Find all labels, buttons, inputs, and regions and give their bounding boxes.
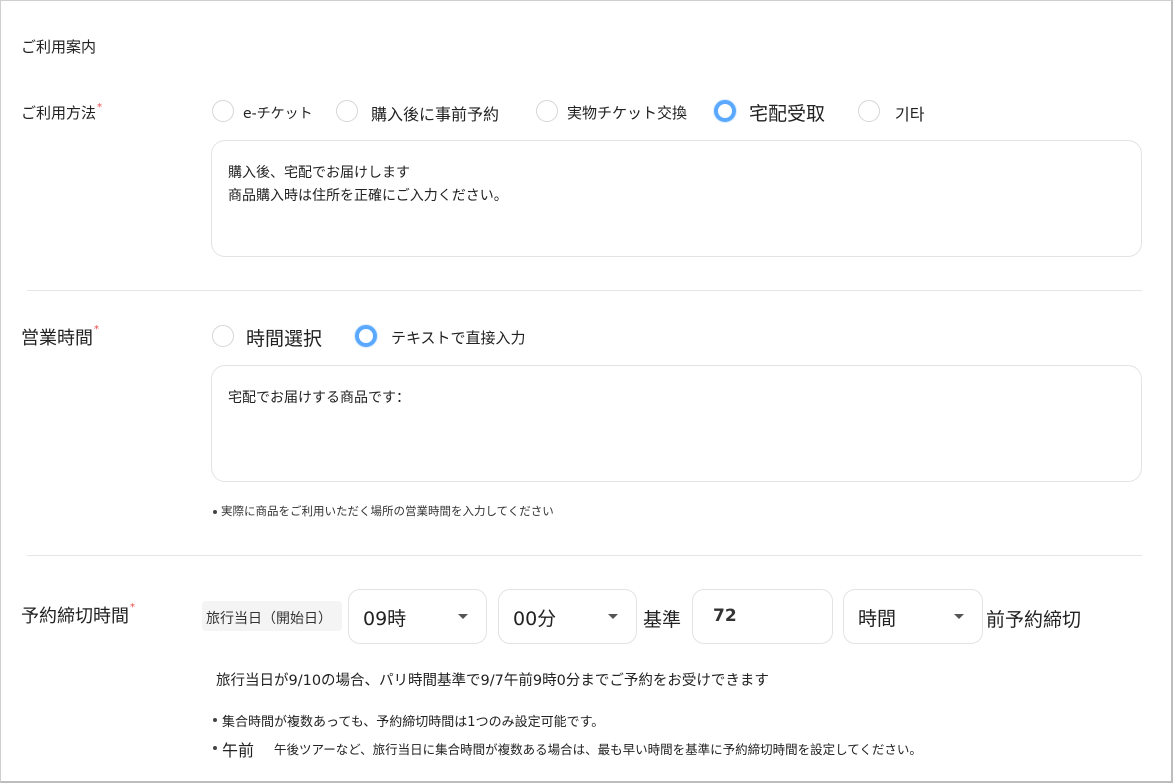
required-mark: * [94,324,99,335]
base-label-chip: 旅行当日（開始日） [202,601,342,631]
hour-select[interactable]: 09時 [348,589,487,644]
radio-text-input-label[interactable]: テキストで直接入力 [391,327,526,348]
deadline-suffix: 前予約締切 [986,609,1082,631]
deadline-note2: 午後ツアーなど、旅行当日に集合時間が複数ある場合は、最も早い時間を基準に予約締切… [274,742,922,757]
radio-delivery[interactable] [714,100,736,122]
radio-ticket-exchange-label[interactable]: 実物チケット交換 [567,102,687,123]
hours-text: 宅配でお届けする商品です： [228,390,410,406]
usage-text-line1: 購入後、宅配でお届けします [228,165,410,181]
section-title: ご利用案内 [21,38,97,56]
chevron-down-icon [458,614,468,619]
radio-e-ticket-label[interactable]: e-チケット [243,103,313,123]
radio-time-select[interactable] [212,325,234,347]
chevron-down-icon [954,614,964,619]
hours-textarea[interactable]: 宅配でお届けする商品です： [211,365,1142,482]
divider [27,555,1142,556]
required-mark: * [130,602,135,613]
kijun-label: 基準 [643,609,682,631]
usage-text-line2: 商品購入時は住所を正確にご入力ください。 [228,188,508,204]
usage-label: ご利用方法* [21,102,102,123]
amount-input-value: 72 [713,606,737,626]
deadline-label: 予約締切時間* [21,602,135,628]
radio-delivery-label[interactable]: 宅配受取 [749,99,825,126]
minute-select-value: 00分 [513,608,557,630]
chevron-down-icon [608,614,618,619]
radio-time-select-label[interactable]: 時間選択 [246,324,322,351]
radio-pre-reserve-label[interactable]: 購入後に事前予約 [371,101,499,125]
usage-label-text: ご利用方法 [21,104,97,122]
required-mark: * [97,102,103,113]
usage-textarea[interactable]: 購入後、宅配でお届けします 商品購入時は住所を正確にご入力ください。 [211,140,1142,257]
radio-other[interactable] [858,100,880,122]
radio-text-input[interactable] [355,325,377,347]
deadline-note1: 集合時間が複数あっても、予約締切時間は1つのみ設定可能です。 [222,715,605,730]
radio-e-ticket[interactable] [212,100,234,122]
base-label: 旅行当日（開始日） [206,611,332,627]
radio-other-label[interactable]: 기타 [895,101,924,125]
bullet [213,510,217,514]
deadline-note2-prefix: 午前 [222,741,255,760]
hours-label: 営業時間* [21,324,99,350]
divider [27,290,1142,291]
amount-input[interactable]: 72 [692,589,833,644]
unit-select[interactable]: 時間 [843,589,983,644]
deadline-example: 旅行当日が9/10の場合、パリ時間基準で9/7午前9時0分までご予約をお受けでき… [216,673,769,689]
minute-select[interactable]: 00分 [498,589,637,644]
bullet [213,746,217,750]
deadline-label-text: 予約締切時間 [21,606,129,627]
unit-select-value: 時間 [858,608,897,630]
hours-label-text: 営業時間 [21,328,93,349]
radio-ticket-exchange[interactable] [536,100,558,122]
bullet [213,718,217,722]
form-panel: ご利用案内 ご利用方法* e-チケット 購入後に事前予約 実物チケット交換 宅配… [0,0,1173,783]
radio-pre-reserve[interactable] [336,100,358,122]
hours-note: 実際に商品をご利用いただく場所の営業時間を入力してください [221,504,554,518]
hour-select-value: 09時 [363,608,407,630]
